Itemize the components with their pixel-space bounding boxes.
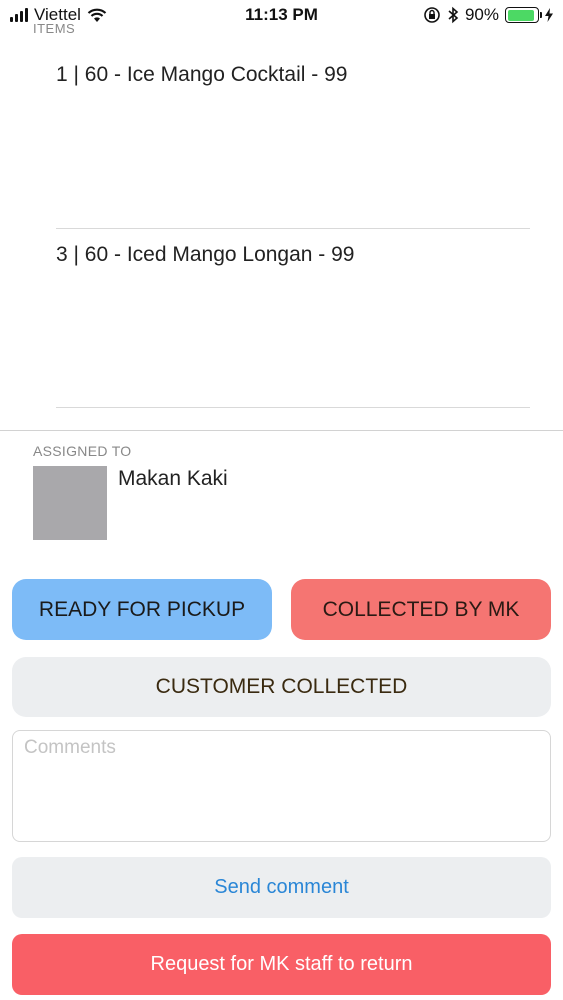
charging-icon xyxy=(545,8,553,22)
battery-level-fill xyxy=(507,9,534,21)
rotation-lock-icon xyxy=(424,7,440,23)
item-divider xyxy=(56,228,530,229)
items-header: ITEMS xyxy=(33,24,76,36)
request-staff-return-button[interactable]: Request for MK staff to return xyxy=(12,934,551,995)
list-item: 3 | 60 - Iced Mango Longan - 99 xyxy=(56,243,355,266)
assignee-name: Makan Kaki xyxy=(118,467,228,490)
battery-percent: 90% xyxy=(464,5,499,24)
list-item: 1 | 60 - Ice Mango Cocktail - 99 xyxy=(56,63,348,86)
status-right: 90% xyxy=(423,5,553,25)
collected-by-mk-button[interactable]: COLLECTED BY MK xyxy=(291,579,551,640)
item-divider xyxy=(56,407,530,408)
assigned-to-label: ASSIGNED TO xyxy=(33,443,132,459)
bluetooth-icon xyxy=(448,6,459,24)
comments-input[interactable] xyxy=(12,730,551,842)
customer-collected-button[interactable]: CUSTOMER COLLECTED xyxy=(12,657,551,717)
section-divider xyxy=(0,430,563,431)
ready-for-pickup-button[interactable]: READY FOR PICKUP xyxy=(12,579,272,640)
battery-icon xyxy=(505,7,542,23)
send-comment-button[interactable]: Send comment xyxy=(12,857,551,918)
avatar xyxy=(33,466,107,540)
status-bar: Viettel 11:13 PM 90% xyxy=(0,0,563,32)
